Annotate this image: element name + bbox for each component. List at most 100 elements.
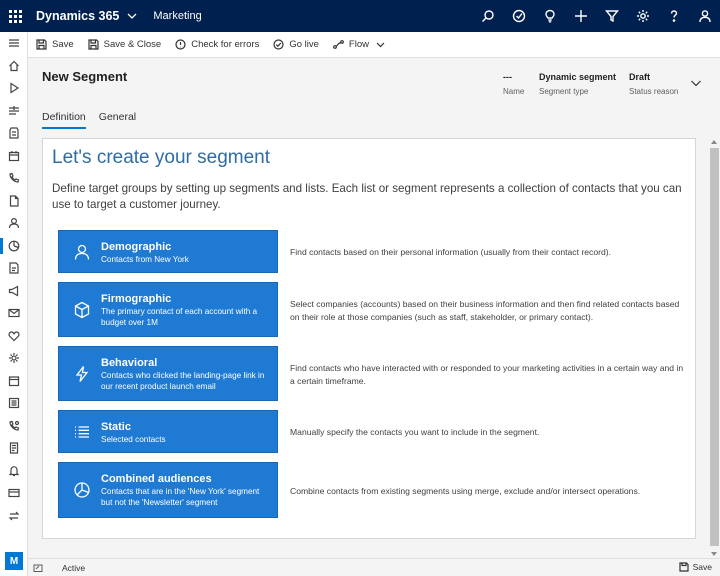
header-field-segment-type: Dynamic segment Segment type	[539, 72, 617, 96]
scroll-up-arrow[interactable]	[711, 140, 717, 144]
save-button[interactable]: Save	[36, 32, 74, 58]
card-icon[interactable]	[0, 482, 28, 505]
chevron-down-icon[interactable]	[690, 77, 702, 89]
record-status: Active	[62, 562, 86, 573]
megaphone-icon[interactable]	[0, 280, 28, 303]
status-bar: Active Save	[28, 558, 720, 576]
app-name[interactable]: Dynamics 365	[36, 9, 119, 23]
behavioral-subtitle: Contacts who clicked the landing-page li…	[101, 371, 265, 391]
area-name[interactable]: Marketing	[153, 10, 201, 22]
plus-icon[interactable]	[565, 0, 596, 32]
demographic-button[interactable]: Demographic Contacts from New York	[58, 230, 278, 273]
segment-icon[interactable]	[0, 235, 28, 258]
save-and-close-button[interactable]: Save & Close	[88, 32, 162, 58]
user-icon[interactable]	[689, 0, 720, 32]
save-close-icon	[88, 39, 99, 50]
app-launcher-icon[interactable]	[0, 0, 30, 32]
scroll-down-arrow[interactable]	[711, 552, 717, 556]
status-save-label: Save	[692, 562, 712, 572]
email-icon[interactable]	[0, 302, 28, 325]
flow-label: Flow	[348, 39, 369, 50]
combined-audiences-button[interactable]: Combined audiences Contacts that are in …	[58, 462, 278, 518]
vertical-scrollbar[interactable]	[709, 138, 720, 558]
phone-icon[interactable]	[0, 167, 28, 190]
assistant-icon[interactable]	[503, 0, 534, 32]
static-subtitle: Selected contacts	[101, 435, 166, 444]
page-title: New Segment	[42, 69, 128, 84]
demographic-subtitle: Contacts from New York	[101, 255, 189, 264]
firmographic-button[interactable]: Firmographic The primary contact of each…	[58, 282, 278, 337]
bell-icon[interactable]	[0, 460, 28, 483]
left-navigation: M	[0, 32, 28, 576]
save-label: Save	[52, 39, 74, 50]
flow-icon	[333, 40, 344, 49]
heart-icon[interactable]	[0, 325, 28, 348]
calendar-icon[interactable]	[0, 145, 28, 168]
scroll-thumb[interactable]	[710, 148, 719, 546]
calls-icon[interactable]	[0, 415, 28, 438]
save-close-label: Save & Close	[103, 39, 162, 50]
header-field-name: --- Name	[503, 72, 525, 96]
behavioral-name: Behavioral	[101, 357, 158, 369]
static-button[interactable]: Static Selected contacts	[58, 410, 278, 453]
tab-definition[interactable]: Definition	[42, 111, 86, 129]
firmographic-description: Select companies (accounts) based on the…	[290, 299, 680, 322]
document-icon[interactable]	[0, 190, 28, 213]
filter-icon[interactable]	[596, 0, 627, 32]
info-icon	[175, 39, 186, 50]
lightbulb-icon[interactable]	[534, 0, 565, 32]
header-field-status-reason: Draft Status reason	[629, 72, 679, 96]
forms-icon[interactable]	[0, 257, 28, 280]
save-icon	[679, 562, 689, 572]
static-name: Static	[101, 421, 131, 433]
search-icon[interactable]	[472, 0, 503, 32]
static-description: Manually specify the contacts you want t…	[290, 427, 540, 437]
hamburger-icon[interactable]	[0, 32, 28, 55]
status-save-button[interactable]: Save	[679, 562, 712, 572]
save-icon	[36, 39, 47, 50]
behavioral-description: Find contacts who have interacted with o…	[290, 363, 684, 386]
card-title: Let's create your segment	[52, 147, 271, 168]
check-errors-label: Check for errors	[191, 39, 260, 50]
tab-general[interactable]: General	[99, 111, 136, 129]
combined-audiences-description: Combine contacts from existing segments …	[290, 486, 641, 496]
top-bar: Dynamics 365 Marketing	[0, 0, 720, 32]
report-icon[interactable]	[0, 437, 28, 460]
puzzle-icon[interactable]	[0, 347, 28, 370]
pie-icon	[69, 463, 95, 517]
segment-type-card: Let's create your segment Define target …	[42, 138, 696, 539]
help-icon[interactable]	[658, 0, 689, 32]
contact-icon[interactable]	[0, 212, 28, 235]
combined-audiences-name: Combined audiences	[101, 473, 212, 485]
behavioral-button[interactable]: Behavioral Contacts who clicked the land…	[58, 346, 278, 401]
demographic-description: Find contacts based on their personal in…	[290, 247, 611, 257]
go-live-label: Go live	[289, 39, 319, 50]
firmographic-name: Firmographic	[101, 293, 172, 305]
switch-icon[interactable]	[0, 505, 28, 528]
pin-icon[interactable]	[0, 100, 28, 123]
form-header: New Segment --- Name Dynamic segment Seg…	[28, 58, 720, 136]
lightning-icon	[69, 347, 95, 400]
cube-icon	[69, 283, 95, 336]
go-live-button[interactable]: Go live	[273, 32, 319, 58]
demographic-name: Demographic	[101, 241, 172, 253]
card-description: Define target groups by setting up segme…	[52, 182, 682, 211]
firmographic-subtitle: The primary contact of each account with…	[101, 307, 258, 327]
flow-button[interactable]: Flow	[333, 32, 385, 58]
chevron-down-icon[interactable]	[127, 10, 139, 22]
home-icon[interactable]	[0, 55, 28, 78]
list-icon[interactable]	[0, 392, 28, 415]
gear-icon[interactable]	[627, 0, 658, 32]
command-bar: Save Save & Close Check for errors Go li…	[28, 32, 720, 58]
events-icon[interactable]	[0, 370, 28, 393]
open-in-window-icon[interactable]	[33, 563, 43, 573]
combined-audiences-subtitle: Contacts that are in the 'New York' segm…	[101, 487, 260, 507]
area-switcher-avatar[interactable]: M	[5, 552, 23, 570]
checkmark-circle-icon	[273, 39, 284, 50]
journeys-icon[interactable]	[0, 122, 28, 145]
check-for-errors-button[interactable]: Check for errors	[175, 32, 259, 58]
play-icon[interactable]	[0, 77, 28, 100]
person-icon	[69, 231, 95, 272]
list-icon	[69, 411, 95, 452]
chevron-down-icon	[376, 42, 385, 48]
